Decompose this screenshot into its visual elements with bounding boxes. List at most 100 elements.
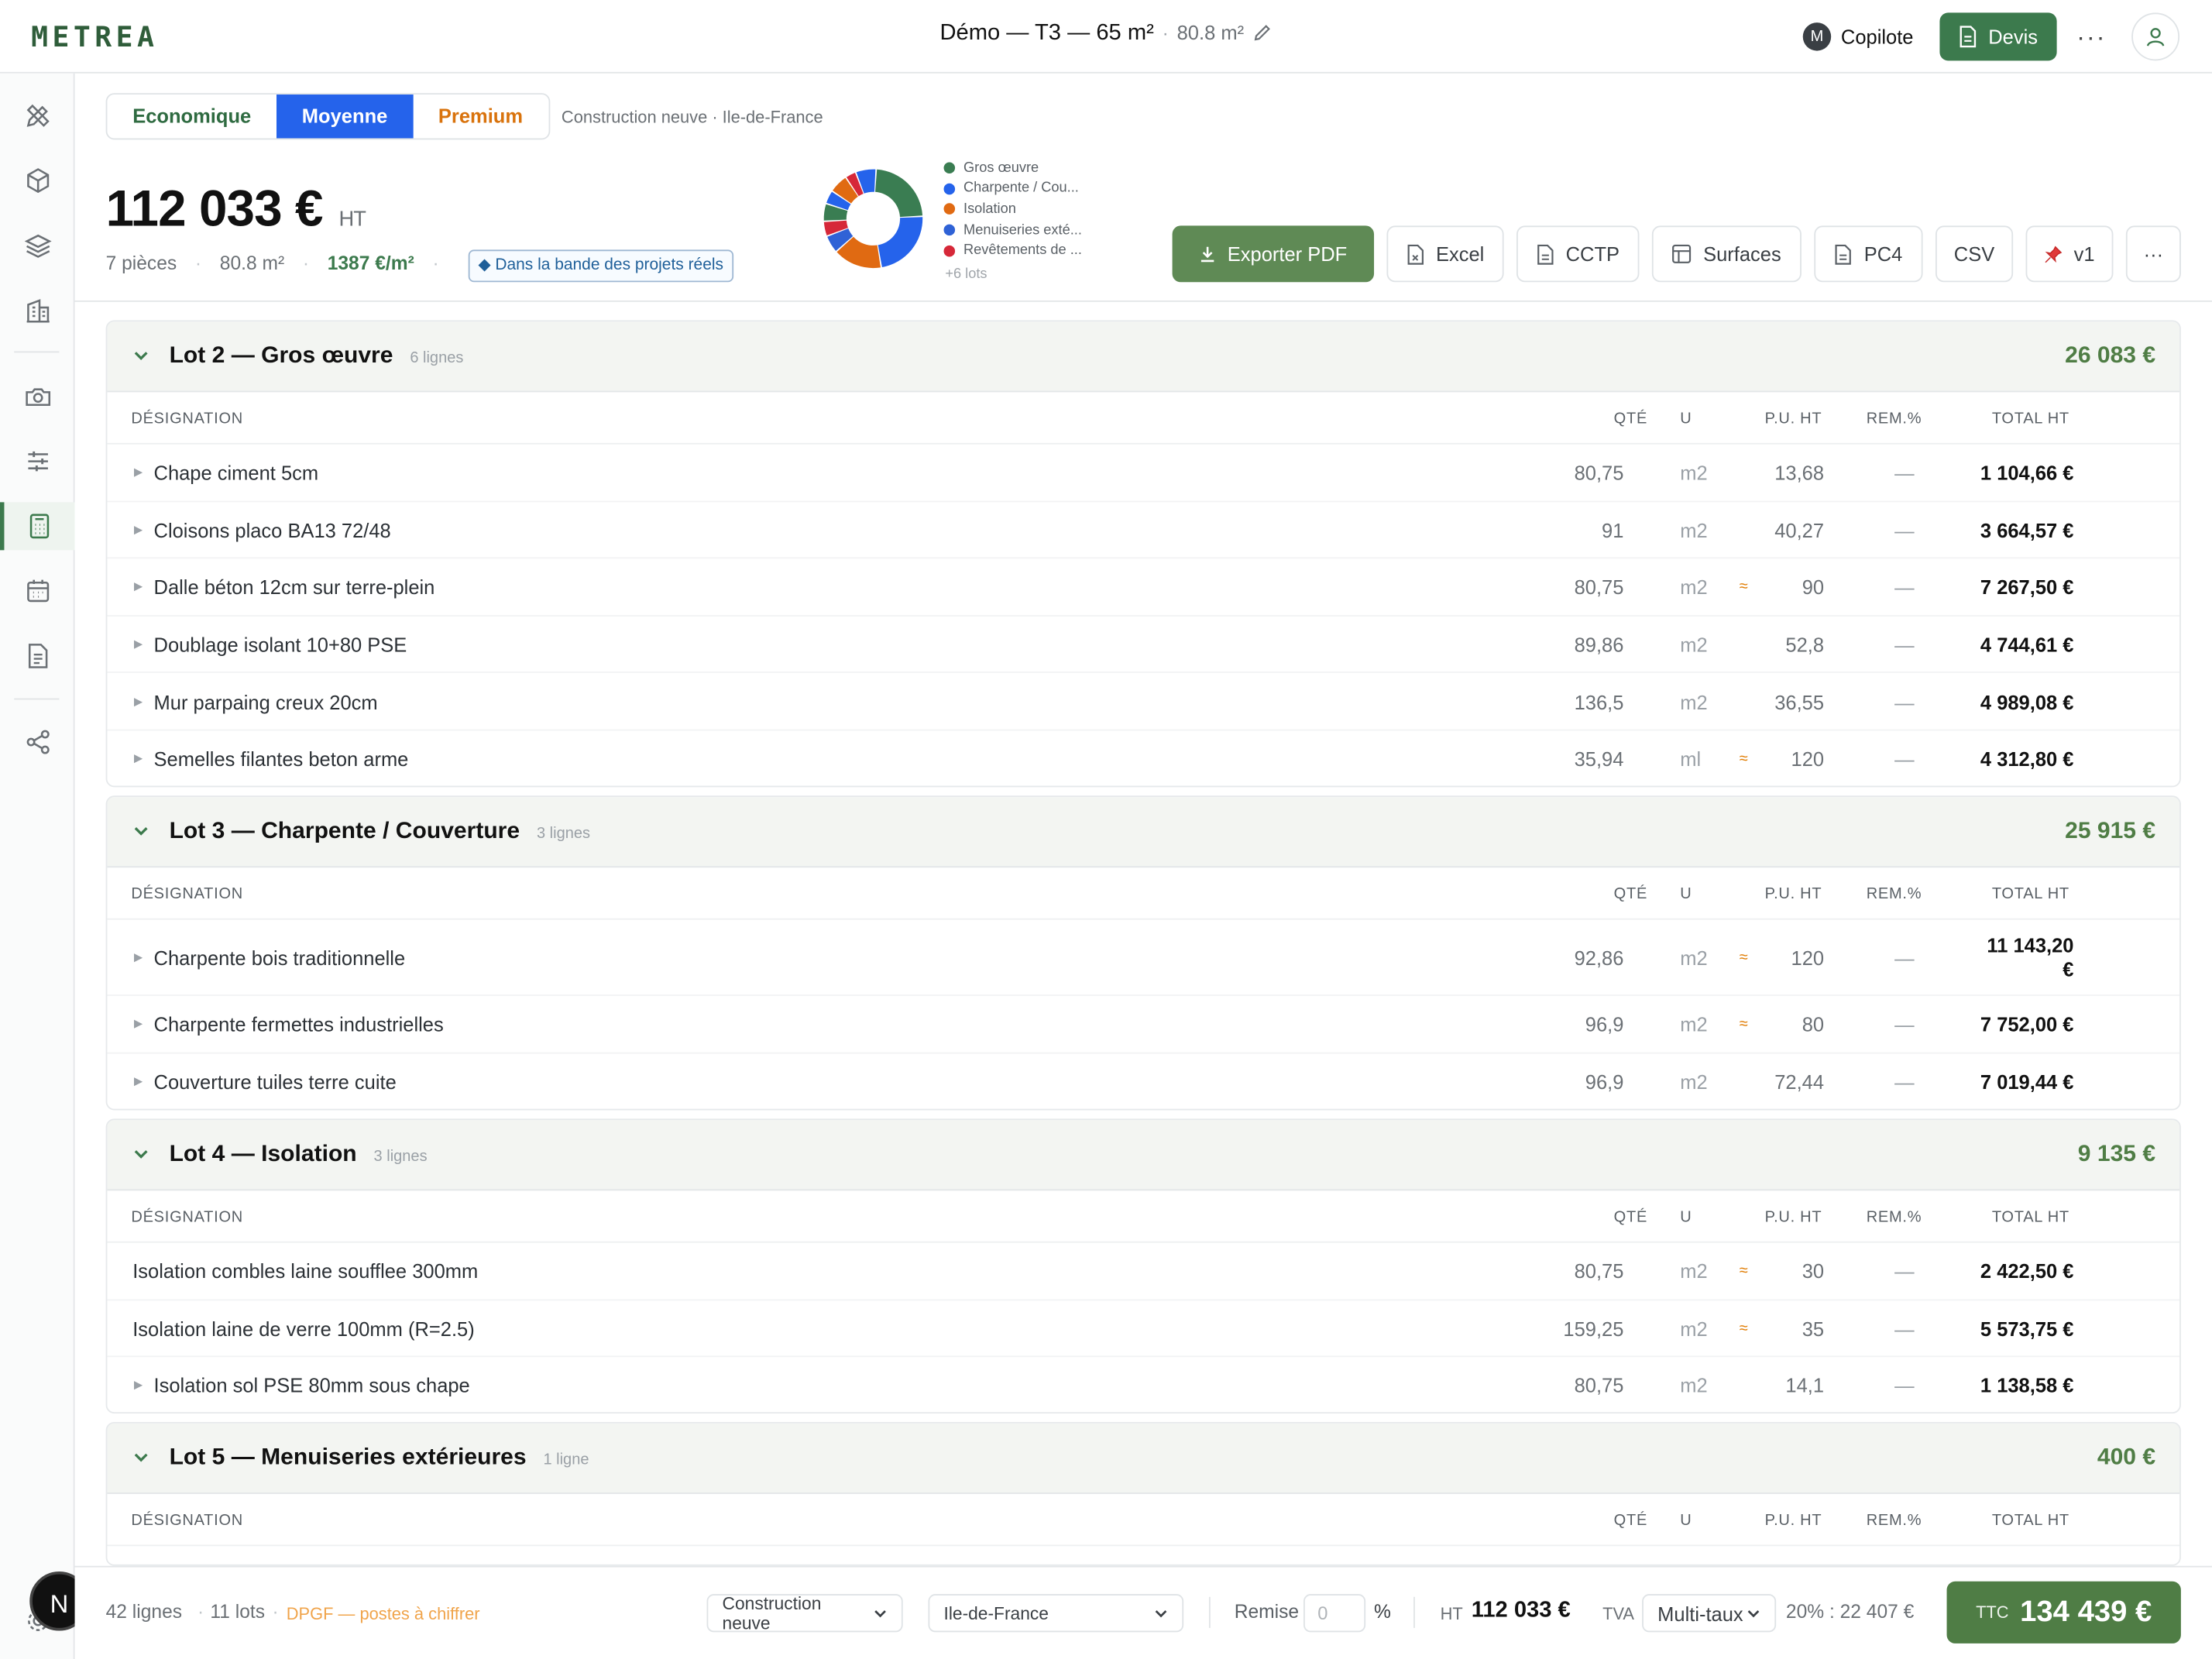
row-qty[interactable]: 80,75 — [1539, 1375, 1624, 1397]
row-discount[interactable]: — — [1884, 634, 1926, 656]
table-row[interactable]: ▶ Charpente bois traditionnelle 92,86 m2 ≈12… — [107, 920, 2180, 996]
row-unit-price[interactable]: 35 — [1740, 1317, 1824, 1340]
more-actions-button[interactable]: ··· — [2125, 225, 2181, 283]
devis-button[interactable]: Devis — [1939, 12, 2057, 61]
lot-breakdown-donut[interactable] — [818, 163, 928, 273]
row-qty[interactable]: 80,75 — [1539, 1260, 1624, 1283]
user-avatar[interactable] — [2131, 12, 2180, 61]
tab-moyenne[interactable]: Moyenne — [276, 94, 414, 139]
copilot-button[interactable]: M Copilote — [1802, 22, 1914, 51]
row-discount[interactable]: — — [1884, 1317, 1926, 1340]
table-row[interactable]: ▶ Doublage isolant 10+80 PSE 89,86 m2 52,8 — 4… — [107, 617, 2180, 674]
document-title[interactable]: Démo — T3 — 65 m² — [939, 21, 1153, 45]
row-unit-price[interactable]: 120 — [1740, 748, 1825, 771]
lot-header[interactable]: Lot 2 — Gros œuvre 6 lignes 26 083 € — [107, 321, 2180, 393]
ttc-total-button[interactable]: TTC 134 439 € — [1946, 1581, 2181, 1644]
more-options-icon[interactable]: ··· — [2076, 22, 2106, 52]
expand-caret-icon[interactable]: ▶ — [134, 637, 143, 650]
sidebar-item-settings[interactable] — [0, 438, 75, 486]
table-row[interactable]: Isolation combles laine soufflee 300mm 80… — [107, 1243, 2180, 1300]
lot-header[interactable]: Lot 3 — Charpente / Couverture 3 lignes 2… — [107, 797, 2180, 868]
row-qty[interactable]: 96,9 — [1539, 1070, 1624, 1093]
legend-more[interactable]: +6 lots — [945, 264, 1082, 285]
row-discount[interactable]: — — [1884, 946, 1926, 969]
expand-caret-icon[interactable]: ▶ — [134, 466, 143, 479]
row-unit-price[interactable]: 13,68 — [1740, 462, 1824, 484]
sidebar-item-tools[interactable] — [0, 91, 75, 139]
chevron-down-icon[interactable] — [132, 1146, 149, 1163]
lot-header[interactable]: Lot 5 — Menuiseries extérieures 1 ligne 4… — [107, 1423, 2180, 1494]
row-unit-price[interactable]: 72,44 — [1740, 1070, 1824, 1093]
row-unit-price[interactable]: 30 — [1740, 1260, 1824, 1283]
sidebar-item-share[interactable] — [0, 718, 75, 766]
donut-slice[interactable] — [875, 169, 923, 218]
tab-economique[interactable]: Economique — [107, 94, 276, 138]
row-unit-price[interactable]: 80 — [1740, 1013, 1824, 1036]
row-discount[interactable]: — — [1884, 748, 1926, 771]
csv-button[interactable]: CSV — [1935, 225, 2014, 283]
row-discount[interactable]: — — [1884, 519, 1926, 541]
sidebar-item-building[interactable] — [0, 287, 75, 335]
benchmark-badge[interactable]: ◆ Dans la bande des projets réels — [468, 249, 733, 283]
tab-premium[interactable]: Premium — [413, 94, 548, 138]
table-row[interactable]: ▶ Isolation sol PSE 80mm sous chape 80,75 m… — [107, 1358, 2179, 1413]
row-discount[interactable]: — — [1884, 1070, 1926, 1093]
row-qty[interactable]: 92,86 — [1539, 946, 1624, 969]
row-discount[interactable]: — — [1884, 1260, 1926, 1283]
row-qty[interactable]: 91 — [1539, 519, 1623, 541]
row-discount[interactable]: — — [1884, 1375, 1926, 1397]
row-unit-price[interactable]: 120 — [1740, 946, 1825, 969]
sidebar-item-documents[interactable] — [0, 632, 75, 680]
cctp-button[interactable]: CCTP — [1516, 225, 1640, 283]
chevron-down-icon[interactable] — [132, 1449, 149, 1466]
remise-input[interactable]: 0 — [1303, 1594, 1366, 1633]
excel-button[interactable]: Excel — [1386, 225, 1504, 283]
row-unit-price[interactable]: 14,1 — [1740, 1375, 1824, 1397]
surfaces-button[interactable]: Surfaces — [1651, 225, 1802, 283]
expand-caret-icon[interactable]: ▶ — [134, 580, 143, 592]
row-qty[interactable]: 89,86 — [1539, 634, 1624, 656]
table-row[interactable]: ▶ Chape ciment 5cm 80,75 m2 13,68 — 1 104,66 € — [107, 445, 2180, 502]
sidebar-item-estimate[interactable] — [0, 502, 75, 551]
expand-caret-icon[interactable]: ▶ — [134, 951, 143, 963]
row-qty[interactable]: 136,5 — [1539, 691, 1624, 713]
row-discount[interactable]: — — [1884, 576, 1926, 599]
row-discount[interactable]: — — [1884, 691, 1926, 713]
expand-caret-icon[interactable]: ▶ — [134, 1379, 143, 1391]
row-qty[interactable]: 80,75 — [1539, 576, 1624, 599]
sidebar-item-layers[interactable] — [0, 222, 75, 270]
dpgf-link[interactable]: DPGF — postes à chiffrer — [287, 1604, 480, 1623]
row-discount[interactable]: — — [1884, 462, 1926, 484]
expand-caret-icon[interactable]: ▶ — [134, 695, 143, 707]
row-unit-price[interactable]: 52,8 — [1740, 634, 1824, 656]
table-row[interactable]: ▶ Charpente fermettes industrielles 96,9 m2… — [107, 996, 2180, 1053]
table-row[interactable]: ▶ Cloisons placo BA13 72/48 91 m2 40,27 — 3 66… — [107, 502, 2180, 559]
sidebar-item-camera[interactable] — [0, 373, 75, 421]
export-pdf-button[interactable]: Exporter PDF — [1172, 225, 1375, 283]
sidebar-item-calendar[interactable] — [0, 567, 75, 615]
table-row[interactable]: ▶ Mur parpaing creux 20cm 136,5 m2 36,55 — 4 9… — [107, 673, 2180, 731]
table-row[interactable]: Isolation laine de verre 100mm (R=2.5) 15… — [107, 1300, 2180, 1358]
sidebar-item-3d[interactable] — [0, 156, 75, 204]
row-qty[interactable]: 96,9 — [1539, 1013, 1624, 1036]
row-unit-price[interactable]: 90 — [1740, 576, 1824, 599]
expand-caret-icon[interactable]: ▶ — [134, 1075, 143, 1087]
chevron-down-icon[interactable] — [132, 823, 149, 840]
region-select[interactable]: Ile-de-France — [928, 1594, 1184, 1633]
row-unit-price[interactable]: 36,55 — [1740, 691, 1824, 713]
expand-caret-icon[interactable]: ▶ — [134, 1018, 143, 1030]
row-qty[interactable]: 80,75 — [1539, 462, 1624, 484]
donut-slice[interactable] — [878, 217, 923, 268]
row-discount[interactable]: — — [1884, 1013, 1926, 1036]
table-row[interactable]: ▶ Dalle béton 12cm sur terre-plein 80,75 m2… — [107, 559, 2180, 617]
tva-select[interactable]: Multi-taux — [1642, 1594, 1777, 1633]
version-button[interactable]: v1 — [2025, 225, 2114, 283]
row-unit-price[interactable]: 40,27 — [1740, 519, 1824, 541]
expand-caret-icon[interactable]: ▶ — [134, 752, 143, 764]
pc4-button[interactable]: PC4 — [1814, 225, 1923, 283]
row-qty[interactable]: 159,25 — [1539, 1317, 1623, 1340]
expand-caret-icon[interactable]: ▶ — [134, 524, 143, 536]
chevron-down-icon[interactable] — [132, 347, 149, 364]
construction-type-select[interactable]: Construction neuve — [706, 1593, 903, 1633]
table-row[interactable]: ▶ Couverture tuiles terre cuite 96,9 m2 72,4… — [107, 1053, 2179, 1109]
